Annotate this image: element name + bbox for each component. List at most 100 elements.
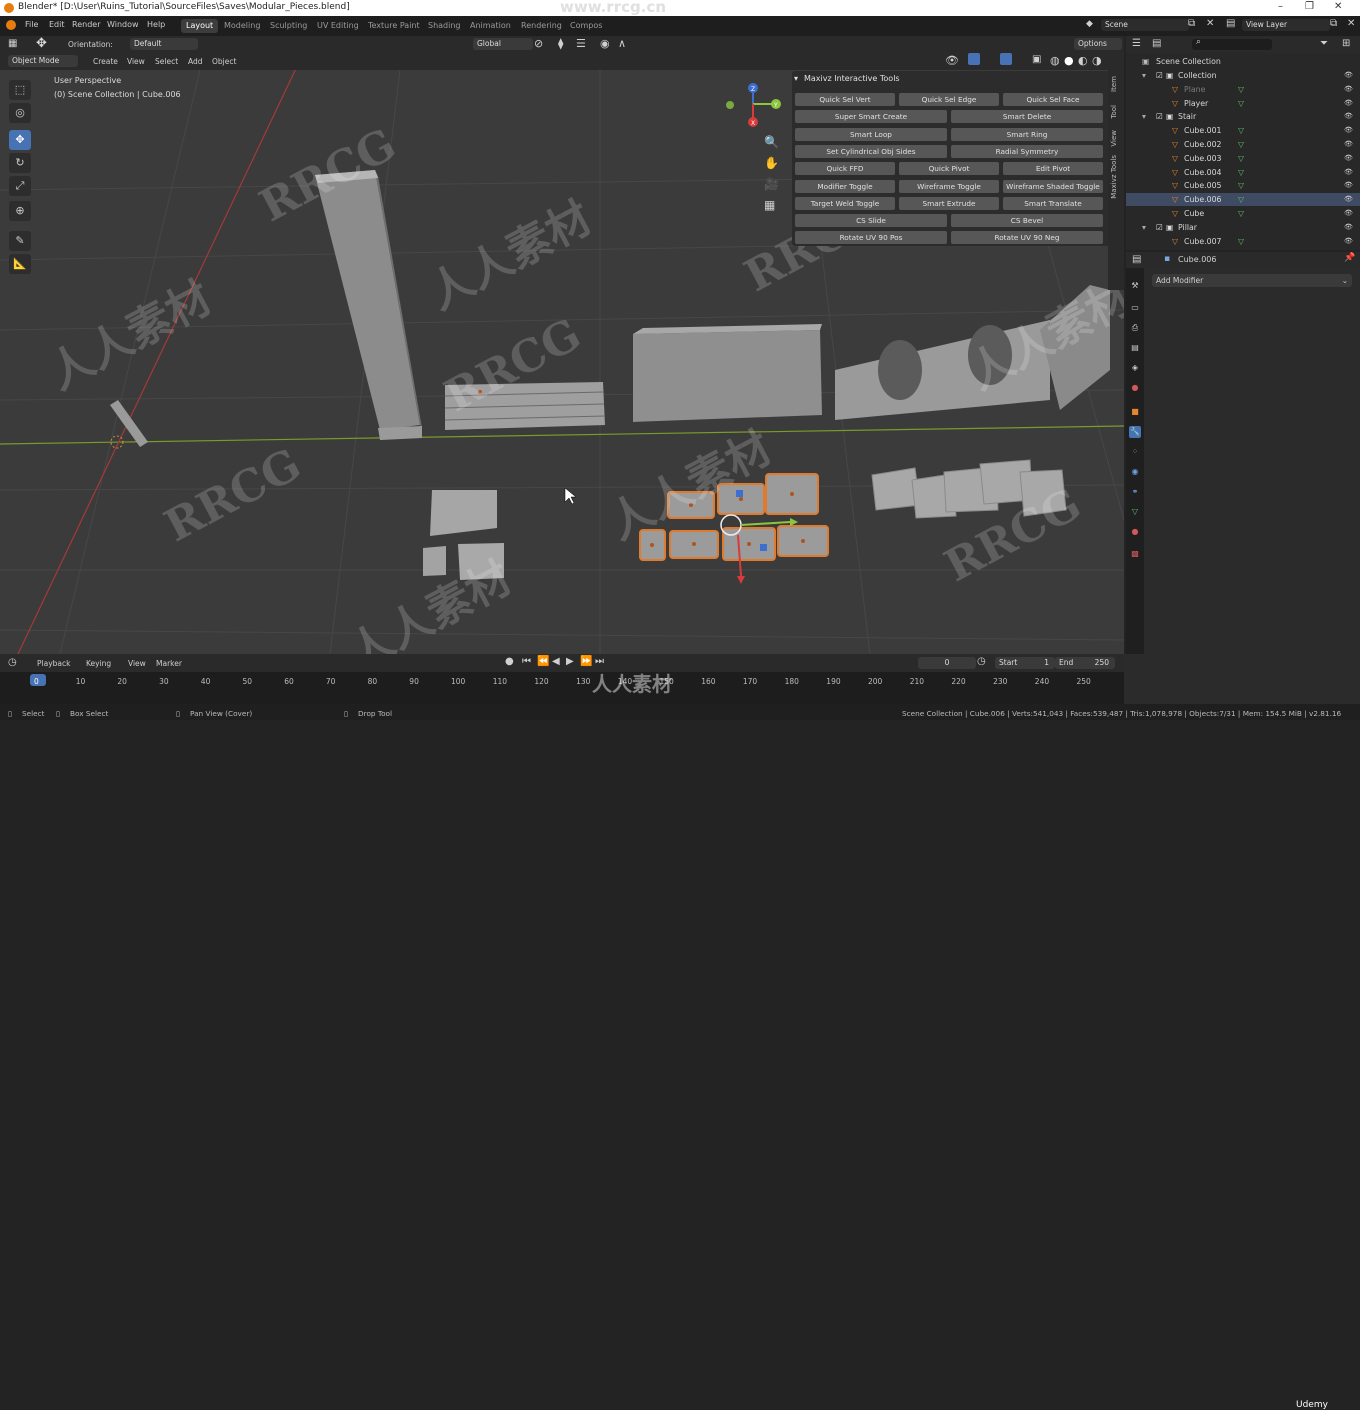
solid-shading-icon[interactable]: ● — [1064, 54, 1074, 67]
world-tab-icon[interactable]: ● — [1129, 382, 1141, 394]
end-frame-field[interactable]: End 250 — [1055, 657, 1115, 669]
visibility-eye-icon[interactable]: 👁 — [1344, 221, 1353, 234]
visibility-eye-icon[interactable]: 👁 — [1344, 69, 1353, 82]
wall-object[interactable] — [633, 324, 822, 422]
snap-icon[interactable]: ⧫ — [558, 37, 563, 50]
tool-button-modifier-toggle[interactable]: Modifier Toggle — [795, 179, 895, 193]
outliner-item-pillar[interactable]: ▾ ☑ ▣ Pillar 👁 — [1126, 221, 1360, 234]
gizmo-toggle-icon[interactable] — [968, 53, 980, 65]
tool-button-smart-extrude[interactable]: Smart Extrude — [899, 196, 999, 210]
move-tool[interactable]: ✥ — [9, 130, 31, 150]
tool-button-quick-ffd[interactable]: Quick FFD — [795, 162, 895, 176]
proportional-edit-icon[interactable]: ◉ — [600, 37, 610, 50]
new-collection-icon[interactable]: ⊞ — [1342, 38, 1350, 49]
outliner-item-player[interactable]: ▽ ▽ Player 👁 — [1126, 97, 1360, 110]
menu-file[interactable]: File — [25, 20, 38, 29]
visibility-eye-icon[interactable]: 👁 — [1344, 193, 1353, 206]
visibility-eye-icon[interactable]: 👁 — [1344, 110, 1353, 123]
texture-tab-icon[interactable]: ▩ — [1129, 548, 1141, 560]
orientation-dropdown[interactable]: Default — [130, 38, 198, 50]
timeline-editor-icon[interactable]: ◷ — [8, 657, 17, 668]
scene-tab-icon[interactable]: ◈ — [1129, 362, 1141, 374]
tool-button-rotate-uv-90-pos[interactable]: Rotate UV 90 Pos — [795, 231, 947, 245]
pin-icon[interactable]: 📌 — [1344, 253, 1355, 263]
tool-button-quick-sel-face[interactable]: Quick Sel Face — [1003, 93, 1103, 106]
render-tab-icon[interactable]: ▭ — [1129, 302, 1141, 314]
tool-button-cs-bevel[interactable]: CS Bevel — [951, 214, 1103, 228]
blender-menu-icon[interactable] — [6, 20, 16, 30]
tool-button-radial-symmetry[interactable]: Radial Symmetry — [951, 144, 1103, 158]
mesh-data-icon[interactable]: ▽ — [1238, 179, 1244, 192]
exclude-checkbox-icon[interactable]: ☑ — [1156, 69, 1163, 82]
output-tab-icon[interactable]: ⎙ — [1129, 322, 1141, 334]
outliner-search-input[interactable] — [1192, 39, 1272, 50]
tool-button-rotate-uv-90-neg[interactable]: Rotate UV 90 Neg — [951, 231, 1103, 245]
add-modifier-dropdown[interactable]: Add Modifier ⌄ — [1152, 274, 1352, 287]
outliner-item-cube-005[interactable]: ▽ ▽ Cube.005 👁 — [1126, 179, 1360, 192]
jump-start-icon[interactable]: ⏮ — [522, 656, 531, 667]
camera-view-icon[interactable]: 🎥 — [764, 177, 779, 191]
pan-hand-icon[interactable]: ✋ — [764, 156, 779, 170]
display-mode-icon[interactable]: ▤ — [1152, 38, 1161, 49]
delete-view-layer-icon[interactable]: ✕ — [1347, 18, 1355, 29]
visibility-eye-icon[interactable]: 👁 — [1344, 207, 1353, 220]
tool-button-smart-delete[interactable]: Smart Delete — [951, 110, 1103, 124]
tab-animation[interactable]: Animation — [465, 19, 516, 33]
overlay-toggle-icon[interactable] — [1000, 53, 1012, 65]
rotate-tool[interactable]: ↻ — [9, 153, 31, 173]
visibility-eye-icon[interactable]: 👁 — [1344, 179, 1353, 192]
outliner-item-cube-004[interactable]: ▽ ▽ Cube.004 👁 — [1126, 166, 1360, 179]
menu-create[interactable]: Create — [93, 57, 118, 66]
outliner-item-cube[interactable]: ▽ ▽ Cube 👁 — [1126, 207, 1360, 220]
outliner-root[interactable]: ▣ Scene Collection — [1126, 55, 1360, 68]
mesh-data-icon[interactable]: ▽ — [1238, 138, 1244, 151]
minimize-icon[interactable]: – — [1278, 1, 1283, 12]
tool-button-target-weld-toggle[interactable]: Target Weld Toggle — [795, 196, 895, 210]
tool-button-cs-slide[interactable]: CS Slide — [795, 214, 947, 228]
mesh-data-icon[interactable]: ▽ — [1238, 235, 1244, 248]
zoom-icon[interactable]: 🔍 — [764, 135, 779, 149]
next-keyframe-icon[interactable]: ⏩ — [580, 656, 592, 667]
tool-tab-icon[interactable]: ⚒ — [1129, 280, 1141, 292]
play-icon[interactable]: ▶ — [566, 656, 574, 667]
outliner-item-cube-002[interactable]: ▽ ▽ Cube.002 👁 — [1126, 138, 1360, 151]
mesh-data-icon[interactable]: ▽ — [1238, 124, 1244, 137]
tab-view[interactable]: View — [1110, 130, 1118, 147]
exclude-checkbox-icon[interactable]: ☑ — [1156, 221, 1163, 234]
tab-item[interactable]: Item — [1110, 76, 1118, 92]
material-tab-icon[interactable]: ● — [1129, 526, 1141, 538]
cursor-tool[interactable]: ◎ — [9, 103, 31, 123]
navigation-gizmo[interactable]: Z Y X — [720, 82, 790, 152]
visibility-eye-icon[interactable]: 👁 — [1344, 138, 1353, 151]
transform-space-dropdown[interactable]: Global — [473, 38, 533, 50]
rendered-shading-icon[interactable]: ◑ — [1092, 54, 1102, 67]
tool-button-quick-pivot[interactable]: Quick Pivot — [899, 162, 999, 176]
outliner-item-cube-006[interactable]: ▽ ▽ Cube.006 👁 — [1126, 193, 1360, 207]
tab-layout[interactable]: Layout — [181, 19, 219, 33]
menu-marker[interactable]: Marker — [156, 659, 182, 668]
tab-uv-editing[interactable]: UV Editing — [312, 19, 364, 33]
particles-tab-icon[interactable]: ⁘ — [1129, 446, 1141, 458]
snap-target-icon[interactable]: ☰ — [576, 37, 586, 50]
visibility-eye-icon[interactable]: 👁 — [1344, 124, 1353, 137]
tab-texture-paint[interactable]: Texture Paint — [363, 19, 425, 33]
scale-tool[interactable]: ⤢ — [9, 176, 31, 196]
prev-keyframe-icon[interactable]: ⏪ — [537, 656, 549, 667]
outliner-item-collection[interactable]: ▾ ☑ ▣ Collection 👁 — [1126, 69, 1360, 82]
material-shading-icon[interactable]: ◐ — [1078, 54, 1088, 67]
menu-help[interactable]: Help — [147, 20, 165, 29]
object-tab-icon[interactable]: ■ — [1129, 406, 1141, 418]
exclude-checkbox-icon[interactable]: ☑ — [1156, 110, 1163, 123]
mode-dropdown[interactable]: Object Mode — [8, 55, 78, 67]
tool-button-super-smart-create[interactable]: Super Smart Create — [795, 110, 947, 124]
menu-window[interactable]: Window — [107, 20, 139, 29]
measure-tool[interactable]: 📐 — [9, 254, 31, 274]
visibility-eye-icon[interactable]: 👁 — [1344, 97, 1353, 110]
outliner-item-stair[interactable]: ▾ ☑ ▣ Stair 👁 — [1126, 110, 1360, 123]
mesh-data-icon[interactable]: ▽ — [1238, 207, 1244, 220]
falloff-icon[interactable]: ∧ — [618, 37, 626, 50]
mesh-data-icon[interactable]: ▽ — [1238, 97, 1244, 110]
new-view-layer-icon[interactable]: ⧉ — [1330, 18, 1337, 29]
menu-timeline-view[interactable]: View — [128, 659, 146, 668]
tool-button-edit-pivot[interactable]: Edit Pivot — [1003, 162, 1103, 176]
